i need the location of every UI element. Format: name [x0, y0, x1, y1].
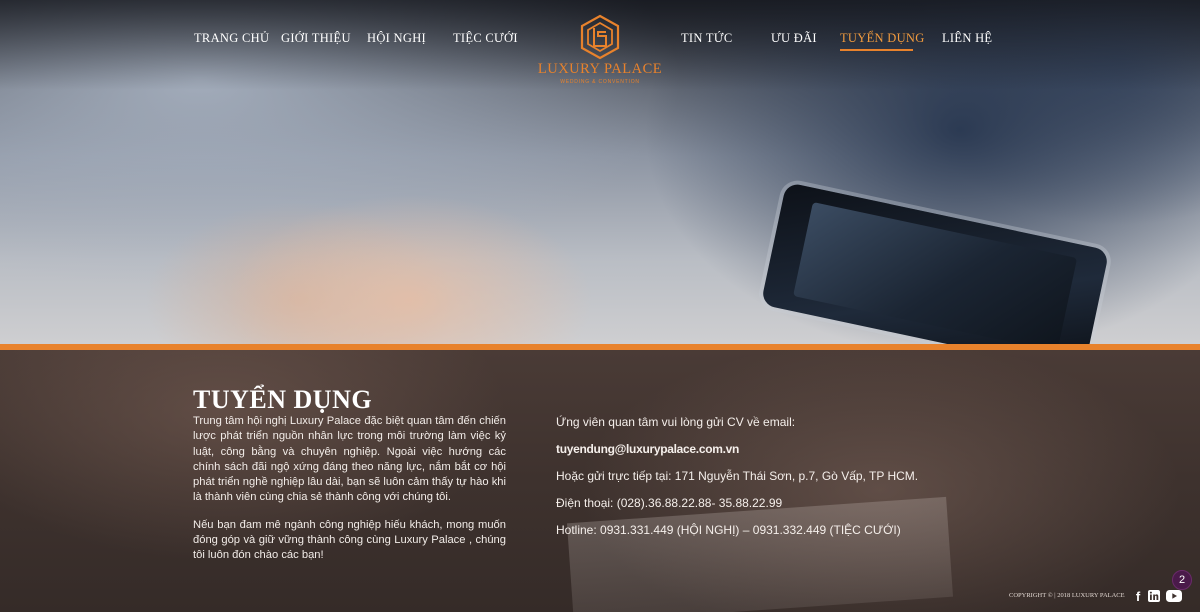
logo-name: LUXURY PALACE — [537, 61, 663, 77]
nav-conference[interactable]: HỘI NGHỊ — [367, 31, 426, 46]
linkedin-icon[interactable] — [1148, 589, 1160, 603]
nav-home[interactable]: TRANG CHỦ — [194, 31, 269, 46]
invite-paragraph: Nếu bạn đam mê ngành công nghiệp hiếu kh… — [193, 518, 506, 562]
notification-badge[interactable]: 2 — [1172, 570, 1192, 590]
nav-promotions[interactable]: ƯU ĐÃI — [771, 31, 817, 46]
facebook-icon[interactable]: f — [1133, 589, 1143, 604]
main-nav: TRANG CHỦ GIỚI THIỆU HỘI NGHỊ TIỆC CƯỚI … — [0, 0, 1200, 100]
youtube-icon[interactable] — [1166, 589, 1182, 603]
recruitment-email[interactable]: tuyendung@luxurypalace.com.vn — [556, 441, 976, 457]
nav-wedding[interactable]: TIỆC CƯỚI — [453, 31, 518, 46]
copyright-text: COPYRIGHT © | 2018 LUXURY PALACE — [1009, 592, 1125, 599]
nav-contact[interactable]: LIÊN HỆ — [942, 31, 992, 46]
contact-intro: Ứng viên quan tâm vui lòng gửi CV về ema… — [556, 415, 796, 429]
logo[interactable]: LUXURY PALACE WEDDING & CONVENTION — [535, 14, 665, 94]
logo-icon — [580, 14, 620, 60]
contact-hotline: Hotline: 0931.331.449 (HỘI NGHỊ) – 0931.… — [556, 523, 901, 537]
nav-recruitment[interactable]: TUYỂN DỤNG — [840, 31, 925, 46]
contact-column: Ứng viên quan tâm vui lòng gửi CV về ema… — [556, 414, 976, 549]
nav-about[interactable]: GIỚI THIỆU — [281, 31, 351, 46]
contact-address: Hoặc gửi trực tiếp tại: 171 Nguyễn Thái … — [556, 469, 919, 483]
intro-column: Trung tâm hội nghị Luxury Palace đặc biệ… — [193, 414, 506, 576]
page-title: TUYỂN DỤNG — [193, 385, 373, 414]
logo-subtitle: WEDDING & CONVENTION — [560, 79, 640, 85]
intro-paragraph: Trung tâm hội nghị Luxury Palace đặc biệ… — [193, 415, 506, 504]
contact-phone: Điện thoại: (028).36.88.22.88- 35.88.22.… — [556, 496, 783, 510]
nav-active-underline — [840, 49, 913, 51]
nav-news[interactable]: TIN TỨC — [681, 31, 733, 46]
